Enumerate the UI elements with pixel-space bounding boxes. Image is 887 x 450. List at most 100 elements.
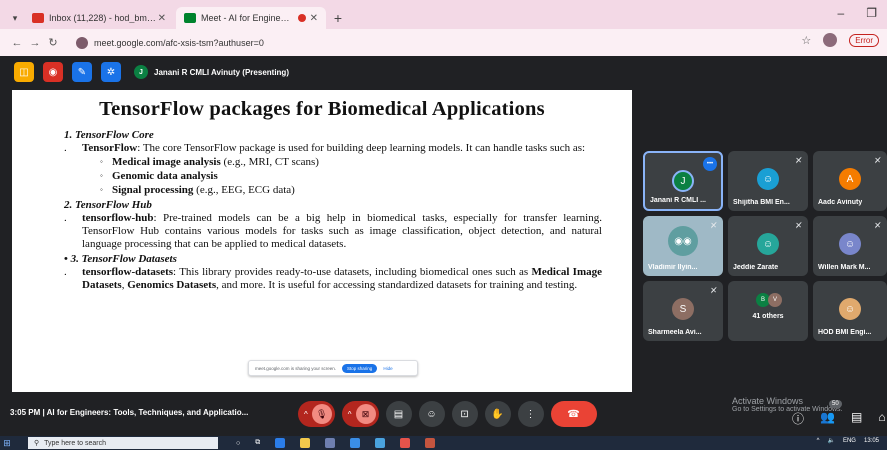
restore-icon[interactable]: ❐ bbox=[866, 6, 877, 20]
sub-bullet: ◦ Signal processing (e.g., EEG, ECG data) bbox=[100, 184, 295, 196]
chat-icon[interactable]: ▤ bbox=[851, 410, 862, 427]
avatar: A bbox=[839, 168, 861, 190]
activate-line1: Activate Windows bbox=[732, 396, 804, 406]
close-tab-icon[interactable]: ✕ bbox=[158, 13, 166, 24]
term: tensorflow-hub bbox=[82, 212, 154, 224]
hand-icon: ✋ bbox=[491, 408, 504, 420]
volume-icon[interactable]: 🔈 bbox=[827, 437, 834, 444]
task-view-icon[interactable]: ⧉ bbox=[255, 439, 260, 447]
app-icon[interactable] bbox=[375, 438, 386, 448]
more-options-button[interactable]: ⋮ bbox=[517, 401, 544, 427]
participant-name: Willen Mark M... bbox=[818, 264, 871, 271]
info-icon[interactable]: ⓘ bbox=[792, 410, 804, 427]
mic-toggle[interactable]: ^ 🎙 bbox=[298, 401, 335, 427]
avatar: ☺ bbox=[839, 233, 861, 255]
recording-icon bbox=[297, 14, 306, 22]
participant-tile[interactable]: ✕̸ S Sharmeela Avi... bbox=[643, 281, 723, 341]
mic-off-icon: ✕̸ bbox=[795, 156, 802, 165]
participant-tile[interactable]: ✕̸ A Aadc Avinuty bbox=[813, 151, 887, 211]
emoji-button[interactable]: ☺ bbox=[418, 401, 445, 427]
clock[interactable]: 13:05 bbox=[864, 438, 879, 444]
raise-hand-button[interactable]: ✋ bbox=[484, 401, 511, 427]
bookmark-star-icon[interactable]: ☆ bbox=[801, 34, 811, 47]
store-icon[interactable] bbox=[325, 438, 336, 448]
pin-icon[interactable]: ◫ bbox=[14, 62, 34, 82]
call-controls: ^ 🎙 ^ ⊠ ▤ ☺ ⊡ ✋ ⋮ ☎ bbox=[298, 401, 597, 427]
site-info-icon[interactable] bbox=[76, 36, 88, 49]
chevron-up-icon[interactable]: ^ bbox=[348, 410, 352, 419]
participant-name: Vladimir Ilyin... bbox=[648, 264, 698, 271]
description: : Pre-trained models can be a big help i… bbox=[82, 212, 602, 250]
tab-search-icon[interactable]: ▾ bbox=[6, 7, 24, 29]
app-icon[interactable] bbox=[425, 438, 436, 448]
search-placeholder: Type here to search bbox=[44, 439, 107, 447]
participant-name: Janani R CMLI ... bbox=[650, 197, 707, 204]
reload-icon[interactable]: ↻ bbox=[44, 36, 62, 49]
people-icon[interactable]: 👥 bbox=[820, 410, 835, 427]
term: tensorflow-datasets bbox=[82, 266, 174, 278]
error-badge[interactable]: Error bbox=[849, 33, 879, 47]
lang-indicator[interactable]: ENG bbox=[843, 438, 856, 444]
back-icon[interactable]: ← bbox=[8, 37, 26, 49]
bullet-item: . tensorflow-hub: Pre-trained models can… bbox=[64, 212, 602, 250]
url-field[interactable]: meet.google.com/afc-xsis-tsm?authuser=0 bbox=[70, 32, 830, 53]
activities-icon[interactable]: ⌂ bbox=[878, 410, 885, 427]
camera-off-icon[interactable]: ⊠ bbox=[355, 404, 376, 424]
tab-meet[interactable]: Meet - AI for Engineers: To ✕ bbox=[176, 7, 326, 29]
section-heading-text: 3. TensorFlow Datasets bbox=[70, 253, 177, 265]
mic-off-icon[interactable]: 🎙 bbox=[311, 404, 332, 424]
side-controls: ⓘ 👥 ▤ ⌂ bbox=[792, 410, 886, 427]
window-controls: – ❐ bbox=[838, 6, 877, 20]
participant-name: Aadc Avinuty bbox=[818, 199, 863, 206]
section-heading: • 3. TensorFlow Datasets bbox=[64, 253, 177, 265]
participant-name: Shijitha BMI En... bbox=[733, 199, 790, 206]
tab-gmail[interactable]: Inbox (11,228) - hod_bmie@av ✕ bbox=[24, 7, 174, 29]
participant-tile[interactable]: ☺ HOD BMI Engi... bbox=[813, 281, 887, 341]
others-tile[interactable]: B V 41 others bbox=[728, 281, 808, 341]
chevron-up-icon[interactable]: ^ bbox=[304, 410, 308, 419]
edit-icon[interactable]: ✎ bbox=[72, 62, 92, 82]
cortana-icon[interactable]: ○ bbox=[236, 440, 240, 447]
browser-tab-bar: ▾ Inbox (11,228) - hod_bmie@av ✕ Meet - … bbox=[0, 0, 887, 29]
record-icon[interactable]: ◉ bbox=[43, 62, 63, 82]
description: : The core TensorFlow package is used fo… bbox=[137, 142, 586, 154]
mail-icon[interactable] bbox=[350, 438, 361, 448]
mic-off-icon: ✕̸ bbox=[874, 221, 881, 230]
effects-icon[interactable]: ✲ bbox=[101, 62, 121, 82]
gmail-icon bbox=[32, 13, 44, 23]
meeting-details[interactable]: 3:05 PM | AI for Engineers: Tools, Techn… bbox=[10, 408, 248, 417]
emoji-icon: ☺ bbox=[426, 408, 437, 420]
camera-toggle[interactable]: ^ ⊠ bbox=[341, 401, 379, 427]
hide-button[interactable]: Hide bbox=[383, 366, 392, 371]
chrome-icon[interactable] bbox=[400, 438, 411, 448]
shared-slide: TensorFlow packages for Biomedical Appli… bbox=[12, 90, 632, 392]
edge-icon[interactable] bbox=[275, 438, 286, 448]
participant-tile[interactable]: ✕̸ ☺ Willen Mark M... bbox=[813, 216, 887, 276]
avatar: J bbox=[672, 170, 694, 192]
close-tab-icon[interactable]: ✕ bbox=[310, 13, 318, 24]
presenter-label: Janani R CMLI Avinuty (Presenting) bbox=[154, 67, 289, 77]
forward-icon[interactable]: → bbox=[26, 37, 44, 49]
leave-call-button[interactable]: ☎ bbox=[550, 401, 597, 427]
taskbar-search[interactable]: ⚲ Type here to search bbox=[28, 437, 218, 449]
screen-share-bar: meet.google.com is sharing your screen. … bbox=[248, 360, 418, 376]
others-count: 41 others bbox=[752, 313, 784, 320]
new-tab-button[interactable]: + bbox=[328, 7, 348, 29]
captions-button[interactable]: ▤ bbox=[385, 401, 412, 427]
mic-off-icon: ✕̸ bbox=[710, 221, 717, 230]
participant-tile[interactable]: ••• J Janani R CMLI ... bbox=[643, 151, 723, 211]
system-tray: ^ 🔈 ENG 13:05 bbox=[817, 437, 879, 445]
present-button[interactable]: ⊡ bbox=[451, 401, 478, 427]
profile-avatar[interactable] bbox=[823, 33, 838, 47]
sub-bullet: ◦ Genomic data analysis bbox=[100, 170, 218, 182]
participant-tile[interactable]: ✕̸ ☺ Shijitha BMI En... bbox=[728, 151, 808, 211]
file-explorer-icon[interactable] bbox=[300, 438, 311, 448]
stop-sharing-button[interactable]: Stop sharing bbox=[342, 363, 378, 373]
windows-start-icon[interactable]: ⊞ bbox=[0, 436, 14, 450]
participant-tile[interactable]: ✕̸ ◉◉ Vladimir Ilyin... bbox=[643, 216, 723, 276]
minimize-icon[interactable]: – bbox=[838, 6, 845, 20]
chevron-up-icon[interactable]: ^ bbox=[817, 438, 820, 444]
sub-bullet: ◦ Medical image analysis (e.g., MRI, CT s… bbox=[100, 156, 319, 168]
avatar: V bbox=[768, 293, 782, 307]
participant-tile[interactable]: ✕̸ ☺ Jeddie Zarate bbox=[728, 216, 808, 276]
